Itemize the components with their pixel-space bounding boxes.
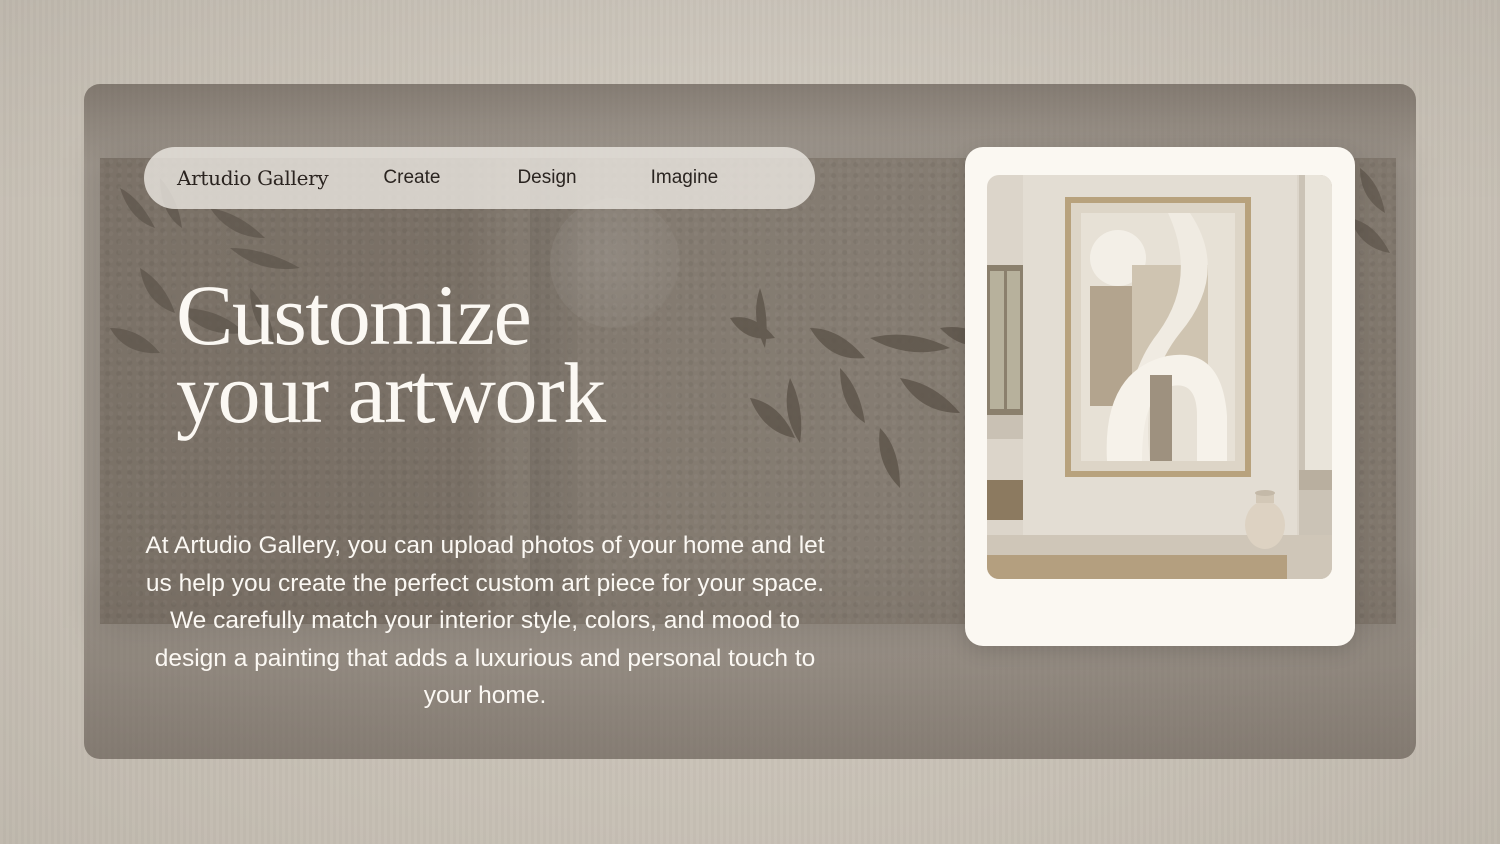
hero-headline-line-2: your artwork (176, 345, 606, 441)
interior-photo-card (965, 147, 1355, 646)
nav-link-create[interactable]: Create (383, 167, 440, 189)
brand-logo[interactable]: Artudio Gallery (177, 166, 329, 190)
interior-artwork-photo (987, 175, 1332, 579)
nav-link-imagine[interactable]: Imagine (651, 167, 719, 189)
hero-headline-line-1: Customize (176, 267, 532, 363)
hero-description: At Artudio Gallery, you can upload photo… (145, 532, 825, 709)
hero-headline: Customize your artwork (176, 267, 606, 441)
interior-scene-illustration (987, 175, 1332, 579)
nav-link-design[interactable]: Design (517, 167, 576, 189)
top-navigation-bar: Artudio Gallery Create Design Imagine (144, 147, 815, 209)
